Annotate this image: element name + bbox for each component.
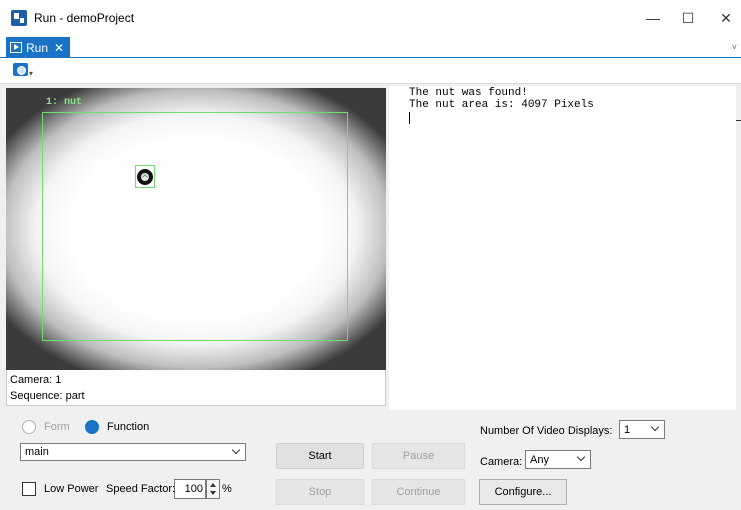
- nut-object: [137, 168, 153, 185]
- camera-select-value: Any: [530, 453, 549, 466]
- video-displays-select[interactable]: 1: [619, 420, 665, 439]
- camera-label: Camera: 1: [10, 374, 62, 386]
- continue-button[interactable]: Continue: [372, 479, 465, 505]
- video-displays-label: Number Of Video Displays:: [480, 425, 613, 437]
- tab-run-label: Run: [26, 40, 49, 55]
- camera-select[interactable]: Any: [525, 450, 591, 469]
- output-line: The nut area is: 4097 Pixels: [409, 99, 594, 111]
- video-info-panel: Camera: 1 Sequence: part: [6, 370, 386, 406]
- video-displays-value: 1: [624, 423, 631, 436]
- camera-select-label: Camera:: [480, 456, 523, 468]
- output-line: The nut was found!: [409, 87, 528, 99]
- sequence-label: Sequence: part: [10, 390, 85, 402]
- form-radio-label: Form: [44, 421, 70, 433]
- configure-button[interactable]: Configure...: [479, 479, 567, 505]
- detection-marker-icon: [142, 173, 148, 180]
- run-icon: [10, 42, 22, 53]
- splitter-mark[interactable]: [736, 120, 741, 121]
- start-button[interactable]: Start: [276, 443, 364, 469]
- stepper-up-icon[interactable]: [210, 483, 216, 487]
- function-select[interactable]: main: [20, 443, 246, 461]
- text-caret: [409, 112, 410, 124]
- stepper-down-icon[interactable]: [210, 491, 216, 495]
- tab-run[interactable]: Run ✕: [6, 37, 71, 58]
- pause-button[interactable]: Pause: [372, 443, 465, 469]
- speed-factor-label: Speed Factor:: [106, 483, 176, 495]
- window-title: Run - demoProject: [34, 11, 135, 25]
- stop-button[interactable]: Stop: [276, 479, 364, 505]
- function-select-value: main: [25, 446, 49, 458]
- nut-hole: [141, 172, 149, 181]
- speed-factor-unit: %: [222, 483, 232, 495]
- nut-detection-box: [135, 165, 155, 188]
- speed-factor-input[interactable]: 100: [174, 479, 206, 499]
- window-titlebar: Run - demoProject — ☐ ✕: [0, 0, 741, 36]
- chevron-down-icon[interactable]: ▾: [29, 69, 33, 78]
- close-button[interactable]: ✕: [711, 8, 741, 28]
- speed-factor-stepper[interactable]: [206, 479, 220, 499]
- video-display[interactable]: 1: nut: [6, 88, 386, 370]
- chevron-down-icon: [576, 452, 586, 462]
- low-power-checkbox[interactable]: [22, 482, 36, 496]
- minimize-button[interactable]: —: [638, 8, 668, 28]
- tab-overflow-icon[interactable]: ˅: [732, 42, 737, 52]
- tab-close-icon[interactable]: ✕: [54, 41, 64, 55]
- camera-icon[interactable]: [13, 63, 28, 76]
- maximize-button[interactable]: ☐: [673, 8, 703, 28]
- run-output-text[interactable]: The nut was found! The nut area is: 4097…: [389, 86, 736, 410]
- form-radio[interactable]: [22, 420, 36, 434]
- tab-strip: Run ✕ ˅: [0, 36, 741, 58]
- chevron-down-icon: [650, 422, 660, 432]
- roi-rectangle: [42, 112, 348, 341]
- run-controls: Form Function main Low Power Speed Facto…: [0, 410, 741, 510]
- roi-label: 1: nut: [46, 97, 83, 108]
- app-icon: [11, 10, 27, 26]
- low-power-label: Low Power: [44, 483, 99, 495]
- chevron-down-icon: [231, 445, 241, 455]
- function-radio[interactable]: [85, 420, 99, 434]
- toolbar: ▾: [0, 58, 741, 84]
- function-radio-label: Function: [107, 421, 150, 433]
